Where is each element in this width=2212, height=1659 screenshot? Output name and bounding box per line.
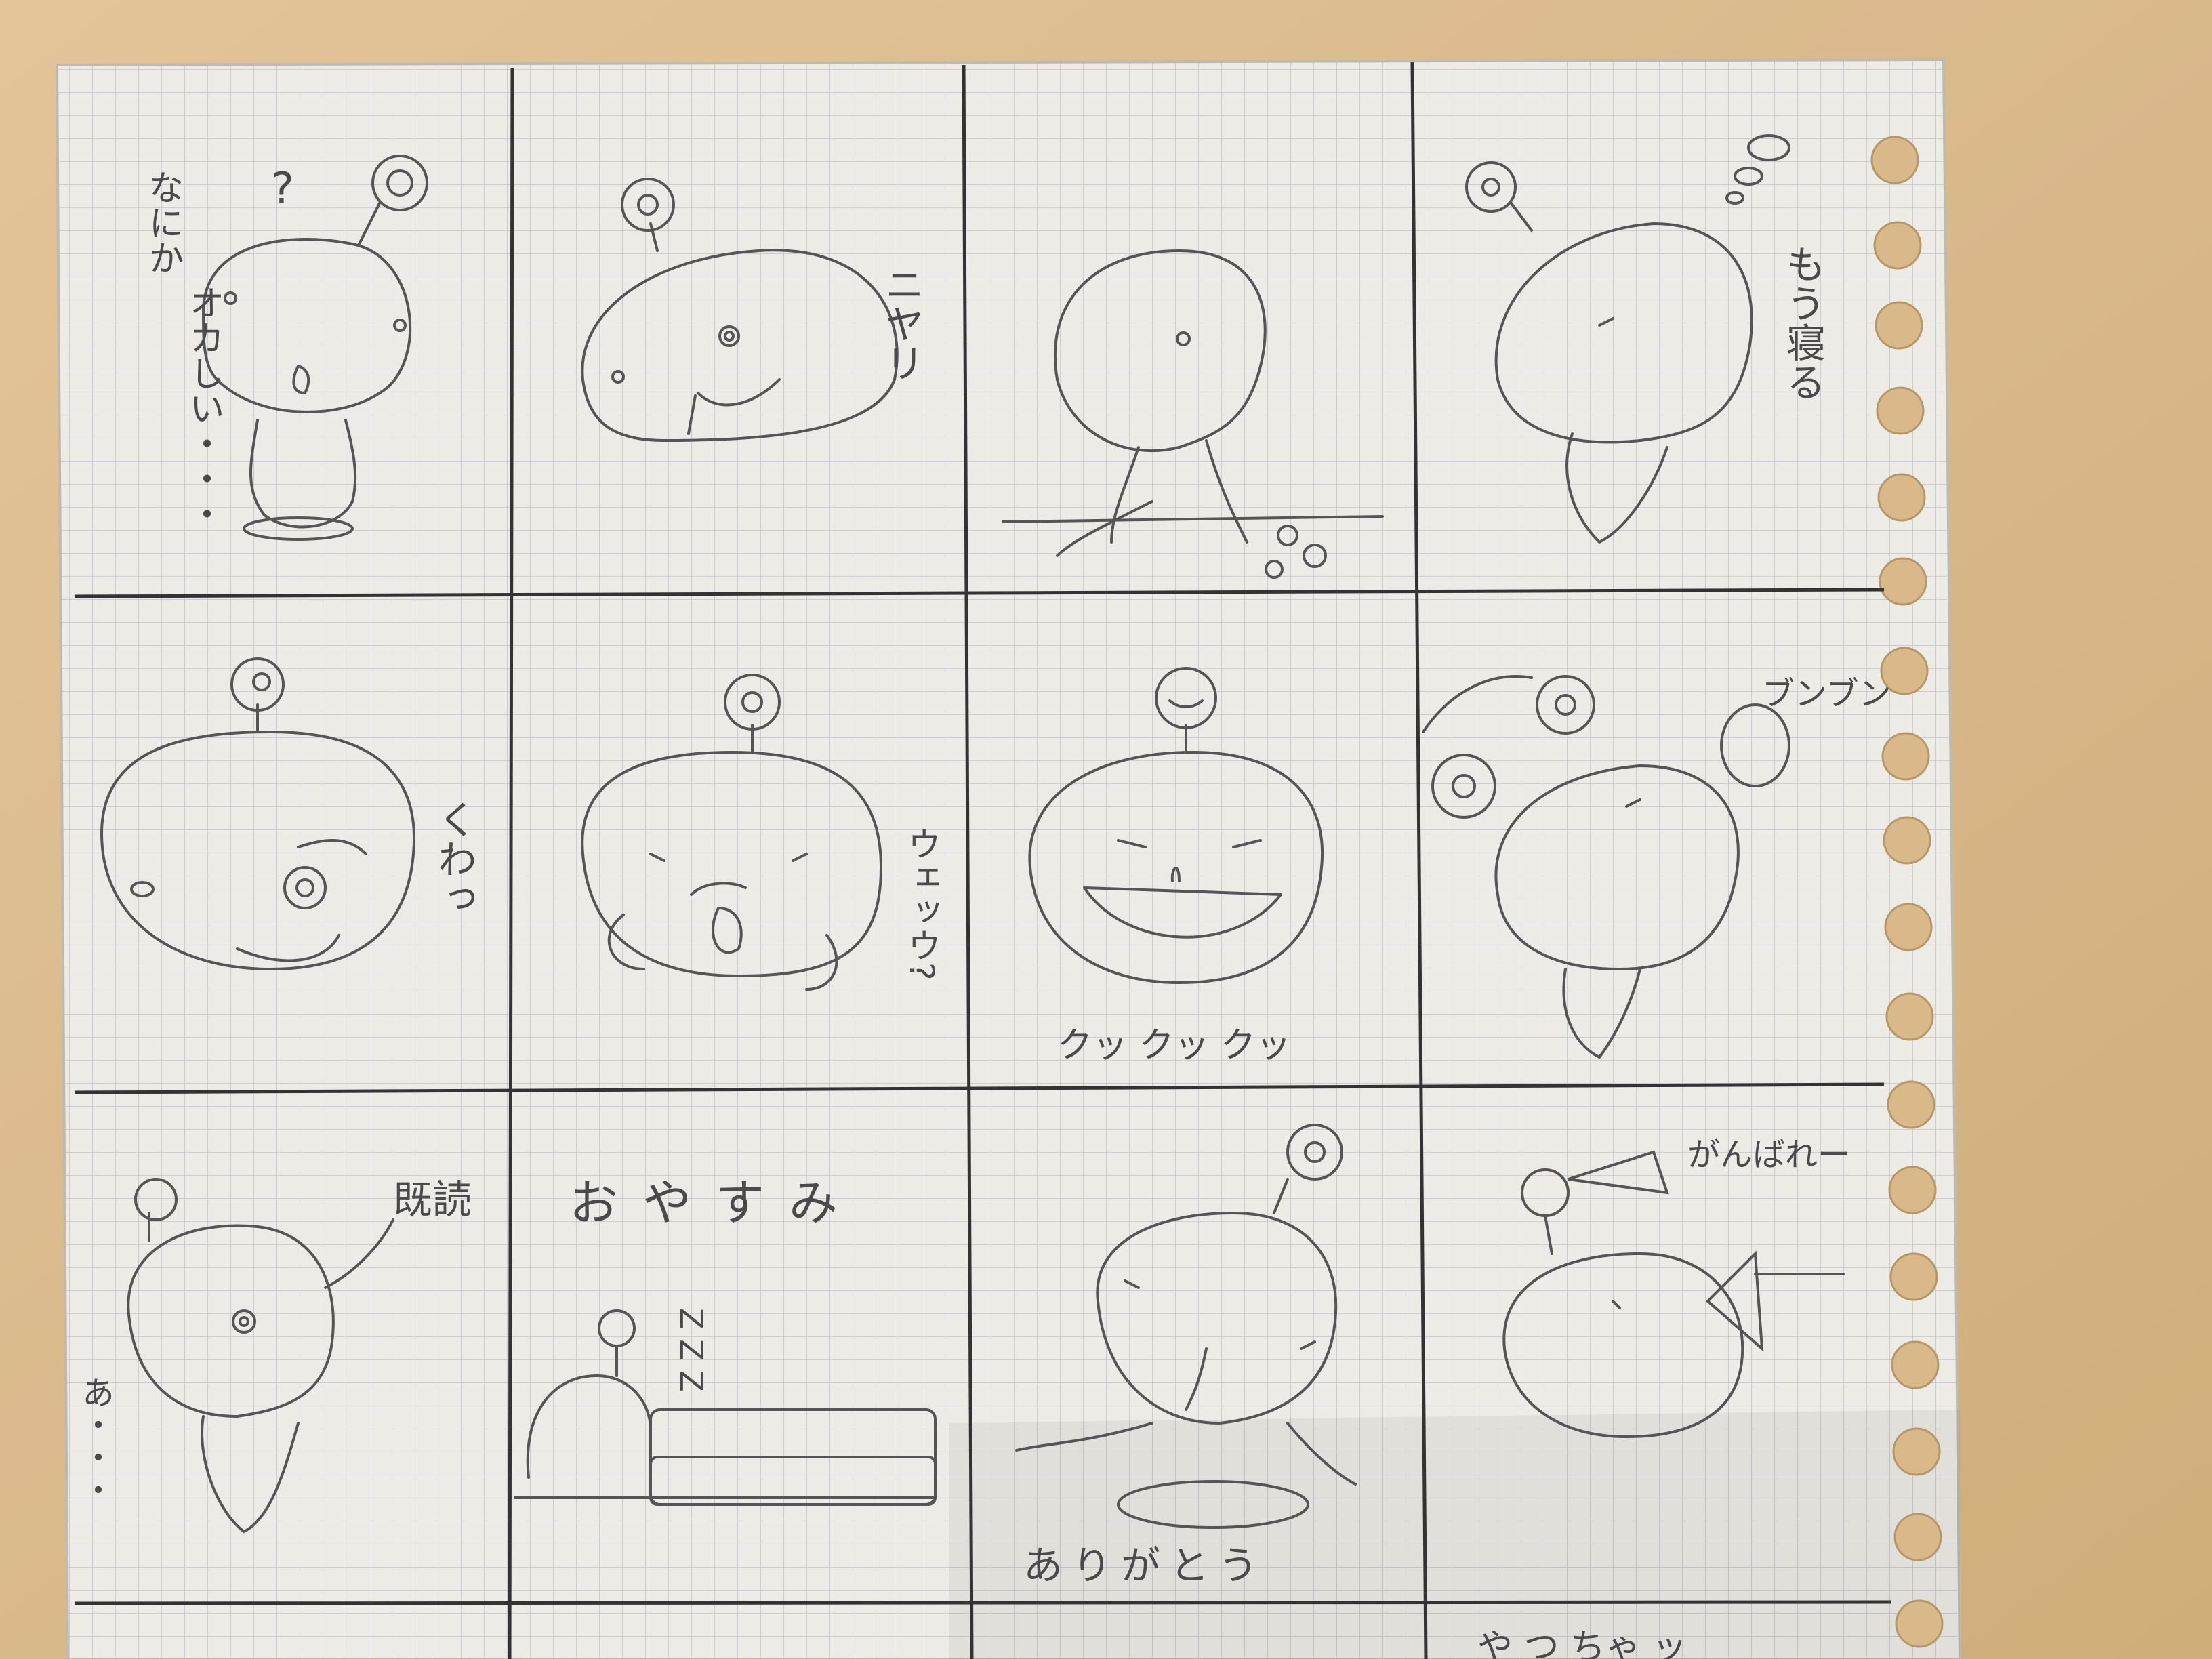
caption-r3c1-b: あ・・・	[76, 1376, 114, 1506]
caption-r2c1: くわっ	[431, 800, 477, 918]
caption-r2c3: クッ クッ クッ	[1057, 1025, 1291, 1066]
caption-r1c1-a: なにか	[142, 169, 183, 275]
caption-r3c4: がんばれー	[1687, 1136, 1850, 1174]
caption-r1c1-b: オカしい・・・	[183, 285, 224, 531]
caption-r1c4: もう寝る	[1780, 244, 1826, 401]
caption-r1c2: ニヤリ	[878, 264, 924, 382]
caption-r4c4: や つ ちゃ ッ	[1477, 1627, 1687, 1659]
caption-r2c4: ブンブン	[1762, 675, 1891, 713]
caption-r2c2: ウェッウ?	[902, 827, 941, 981]
caption-r3c2-a: おやすみ	[569, 1174, 862, 1231]
photo-scene: ? なにか オカしい・・・ ニヤリ もう寝る くわっ ウェッウ? クッ クッ ク…	[0, 0, 2212, 1659]
caption-r3c2-b: Z Z Z	[673, 1308, 710, 1392]
caption-r1c1-mark: ?	[271, 164, 294, 214]
caption-r3c3: ありがとう	[1023, 1542, 1267, 1589]
caption-r3c1-a: 既読	[393, 1176, 472, 1223]
paper-sheet	[55, 58, 1962, 1659]
